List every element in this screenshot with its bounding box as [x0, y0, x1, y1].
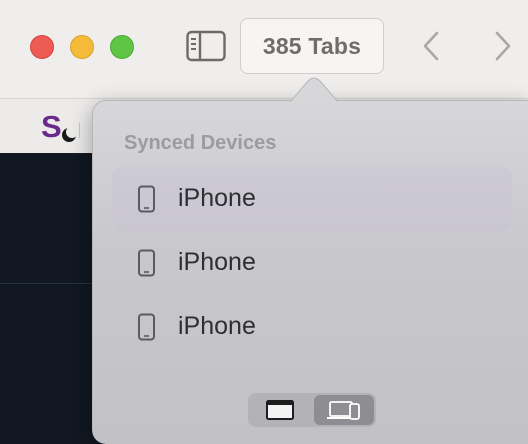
- chevron-left-icon[interactable]: [420, 30, 442, 62]
- devices-icon: [327, 401, 360, 420]
- device-list: iPhone iPhone iPhone: [112, 167, 512, 359]
- chevron-right-icon[interactable]: [492, 30, 514, 62]
- browser-toolbar: 385 Tabs: [0, 0, 528, 99]
- site-logo-icon[interactable]: S L: [40, 108, 80, 144]
- tabs-view-segment[interactable]: [250, 395, 310, 425]
- browser-window-icon: [266, 400, 294, 420]
- device-row[interactable]: iPhone: [112, 295, 512, 359]
- divider: [0, 283, 100, 284]
- svg-text:L: L: [78, 118, 80, 143]
- device-row[interactable]: iPhone: [112, 231, 512, 295]
- iphone-icon: [138, 185, 155, 213]
- device-row[interactable]: iPhone: [112, 167, 512, 231]
- popover-arrow: [290, 77, 338, 102]
- tab-overview-button[interactable]: 385 Tabs: [240, 18, 384, 74]
- sidebar-icon[interactable]: [186, 30, 226, 62]
- device-label: iPhone: [178, 312, 256, 340]
- iphone-icon: [138, 249, 155, 277]
- view-segmented-control: [248, 393, 376, 427]
- minimize-window-button[interactable]: [70, 35, 94, 59]
- device-label: iPhone: [178, 184, 256, 212]
- close-window-button[interactable]: [30, 35, 54, 59]
- zoom-window-button[interactable]: [110, 35, 134, 59]
- devices-view-segment[interactable]: [314, 395, 374, 425]
- synced-devices-heading: Synced Devices: [124, 132, 277, 154]
- tabs-count-label: 385 Tabs: [262, 32, 362, 59]
- iphone-icon: [138, 313, 155, 341]
- svg-text:S: S: [41, 109, 62, 144]
- device-label: iPhone: [178, 248, 256, 276]
